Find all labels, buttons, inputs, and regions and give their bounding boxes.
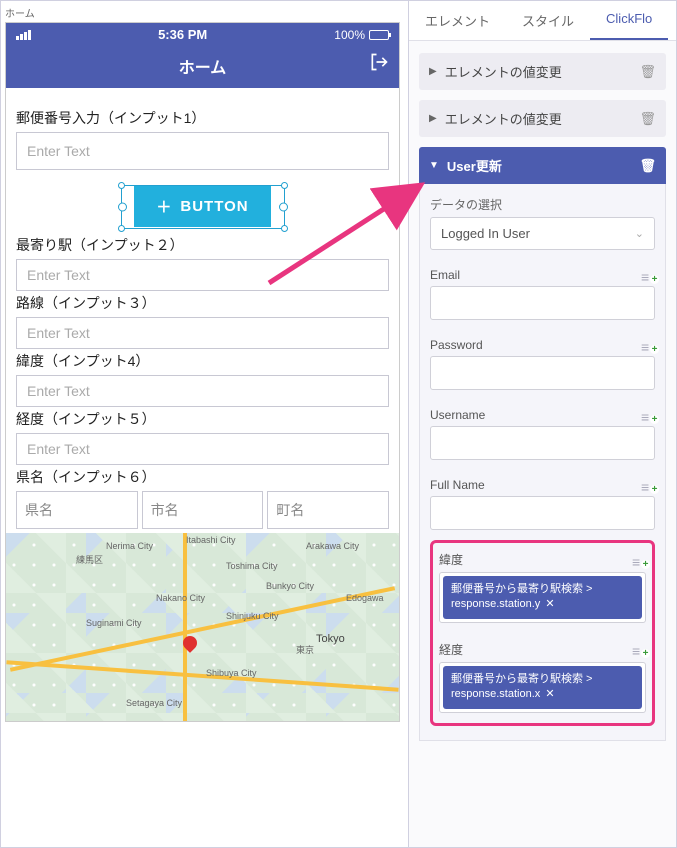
map-component[interactable]: Nerima City Toshima City Nakano City Sug… bbox=[6, 533, 399, 721]
title-bar: ホーム bbox=[6, 46, 399, 88]
page-title: ホーム bbox=[179, 60, 227, 77]
action-title: User更新 bbox=[447, 156, 502, 175]
map-label: Arakawa City bbox=[306, 541, 359, 551]
field-label-password: Password bbox=[430, 338, 483, 352]
action-label: エレメントの値変更 bbox=[445, 109, 562, 128]
add-binding-icon[interactable] bbox=[632, 643, 646, 655]
password-binding-box[interactable] bbox=[430, 356, 655, 390]
property-panel: エレメント スタイル ClickFlo ▶ エレメントの値変更 🗑 ▶ エレメン… bbox=[408, 1, 676, 847]
add-binding-icon[interactable] bbox=[641, 479, 655, 491]
lat-input[interactable]: Enter Text bbox=[16, 375, 389, 407]
action-item-body: データの選択 Logged In User ⌄ Email Password U… bbox=[419, 184, 666, 741]
tab-style[interactable]: スタイル bbox=[506, 1, 590, 40]
map-label: Nakano City bbox=[156, 593, 205, 603]
pref-title: 県名（インプット６） bbox=[16, 467, 389, 487]
map-label: Shinjuku City bbox=[226, 611, 279, 621]
caret-right-icon: ▶ bbox=[429, 66, 437, 77]
caret-down-icon: ▼ bbox=[429, 160, 439, 171]
plus-icon: ＋ bbox=[156, 196, 172, 217]
tab-clickflow[interactable]: ClickFlo bbox=[590, 1, 668, 40]
lat-binding-box[interactable]: 郵便番号から最寄り駅検索 > response.station.y ✕ bbox=[439, 572, 646, 623]
battery-icon bbox=[369, 30, 389, 40]
map-label: Tokyo bbox=[316, 633, 345, 645]
map-label: Bunkyo City bbox=[266, 581, 314, 591]
field-label-lon: 経度 bbox=[439, 641, 463, 658]
action-item-expanded-header[interactable]: ▼ User更新 🗑 bbox=[419, 147, 666, 184]
map-label: 東京 bbox=[296, 643, 314, 656]
button-element[interactable]: ＋ BUTTON bbox=[134, 186, 270, 227]
map-label: 練馬区 bbox=[76, 553, 103, 566]
add-binding-icon[interactable] bbox=[641, 409, 655, 421]
fullname-binding-box[interactable] bbox=[430, 496, 655, 530]
station-label: 最寄り駅（インプット２） bbox=[16, 235, 389, 255]
station-input[interactable]: Enter Text bbox=[16, 259, 389, 291]
line-input[interactable]: Enter Text bbox=[16, 317, 389, 349]
binding-chip[interactable]: 郵便番号から最寄り駅検索 > response.station.x ✕ bbox=[443, 666, 642, 709]
add-binding-icon[interactable] bbox=[632, 554, 646, 566]
highlighted-section: 緯度 郵便番号から最寄り駅検索 > response.station.y ✕ 経… bbox=[430, 540, 655, 726]
map-label: Edogawa bbox=[346, 593, 384, 603]
map-label: Suginami City bbox=[86, 618, 142, 628]
remove-chip-icon[interactable]: ✕ bbox=[545, 598, 554, 610]
battery-percent: 100% bbox=[334, 28, 365, 42]
lon-label: 経度（インプット５） bbox=[16, 409, 389, 429]
username-binding-box[interactable] bbox=[430, 426, 655, 460]
panel-tabs: エレメント スタイル ClickFlo bbox=[409, 1, 676, 41]
trash-icon[interactable]: 🗑 bbox=[639, 64, 656, 80]
action-label: エレメントの値変更 bbox=[445, 62, 562, 81]
trash-icon[interactable]: 🗑 bbox=[639, 158, 656, 174]
map-label: Toshima City bbox=[226, 561, 278, 571]
city-input[interactable]: 市名 bbox=[142, 491, 264, 529]
button-label: BUTTON bbox=[180, 198, 248, 215]
map-label: Itabashi City bbox=[186, 535, 236, 545]
field-label-fullname: Full Name bbox=[430, 478, 485, 492]
action-item-collapsed[interactable]: ▶ エレメントの値変更 🗑 bbox=[419, 100, 666, 137]
lon-binding-box[interactable]: 郵便番号から最寄り駅検索 > response.station.x ✕ bbox=[439, 662, 646, 713]
pref-input[interactable]: 県名 bbox=[16, 491, 138, 529]
signal-icon bbox=[16, 30, 31, 40]
action-item-collapsed[interactable]: ▶ エレメントの値変更 🗑 bbox=[419, 53, 666, 90]
line-label: 路線（インプット３） bbox=[16, 293, 389, 313]
add-binding-icon[interactable] bbox=[641, 269, 655, 281]
canvas-area: ホーム 5:36 PM 100% ホーム 郵便番号入力（インプット1） Ente… bbox=[1, 1, 408, 847]
town-input[interactable]: 町名 bbox=[267, 491, 389, 529]
field-label-username: Username bbox=[430, 408, 485, 422]
phone-mockup: 5:36 PM 100% ホーム 郵便番号入力（インプット1） Enter Te… bbox=[5, 22, 400, 722]
add-binding-icon[interactable] bbox=[641, 339, 655, 351]
email-binding-box[interactable] bbox=[430, 286, 655, 320]
lon-input[interactable]: Enter Text bbox=[16, 433, 389, 465]
map-label: Setagaya City bbox=[126, 698, 182, 708]
field-label-lat: 緯度 bbox=[439, 551, 463, 568]
binding-chip[interactable]: 郵便番号から最寄り駅検索 > response.station.y ✕ bbox=[443, 576, 642, 619]
map-label: Nerima City bbox=[106, 541, 153, 551]
select-value: Logged In User bbox=[441, 226, 530, 241]
lat-label: 緯度（インプット4） bbox=[16, 351, 389, 371]
postal-input[interactable]: Enter Text bbox=[16, 132, 389, 170]
logout-icon[interactable] bbox=[369, 52, 389, 77]
field-label-email: Email bbox=[430, 268, 460, 282]
chevron-down-icon: ⌄ bbox=[635, 227, 644, 240]
caret-right-icon: ▶ bbox=[429, 113, 437, 124]
data-select-label: データの選択 bbox=[430, 196, 655, 213]
status-time: 5:36 PM bbox=[158, 27, 207, 42]
breadcrumb: ホーム bbox=[1, 1, 408, 22]
tab-elements[interactable]: エレメント bbox=[409, 1, 506, 40]
phone-body: 郵便番号入力（インプット1） Enter Text ＋ BUTTON 最寄り駅（… bbox=[6, 88, 399, 721]
data-select[interactable]: Logged In User ⌄ bbox=[430, 217, 655, 250]
trash-icon[interactable]: 🗑 bbox=[639, 111, 656, 127]
map-label: Shibuya City bbox=[206, 668, 257, 678]
remove-chip-icon[interactable]: ✕ bbox=[545, 688, 554, 700]
status-bar: 5:36 PM 100% bbox=[6, 23, 399, 46]
postal-label: 郵便番号入力（インプット1） bbox=[16, 108, 389, 128]
